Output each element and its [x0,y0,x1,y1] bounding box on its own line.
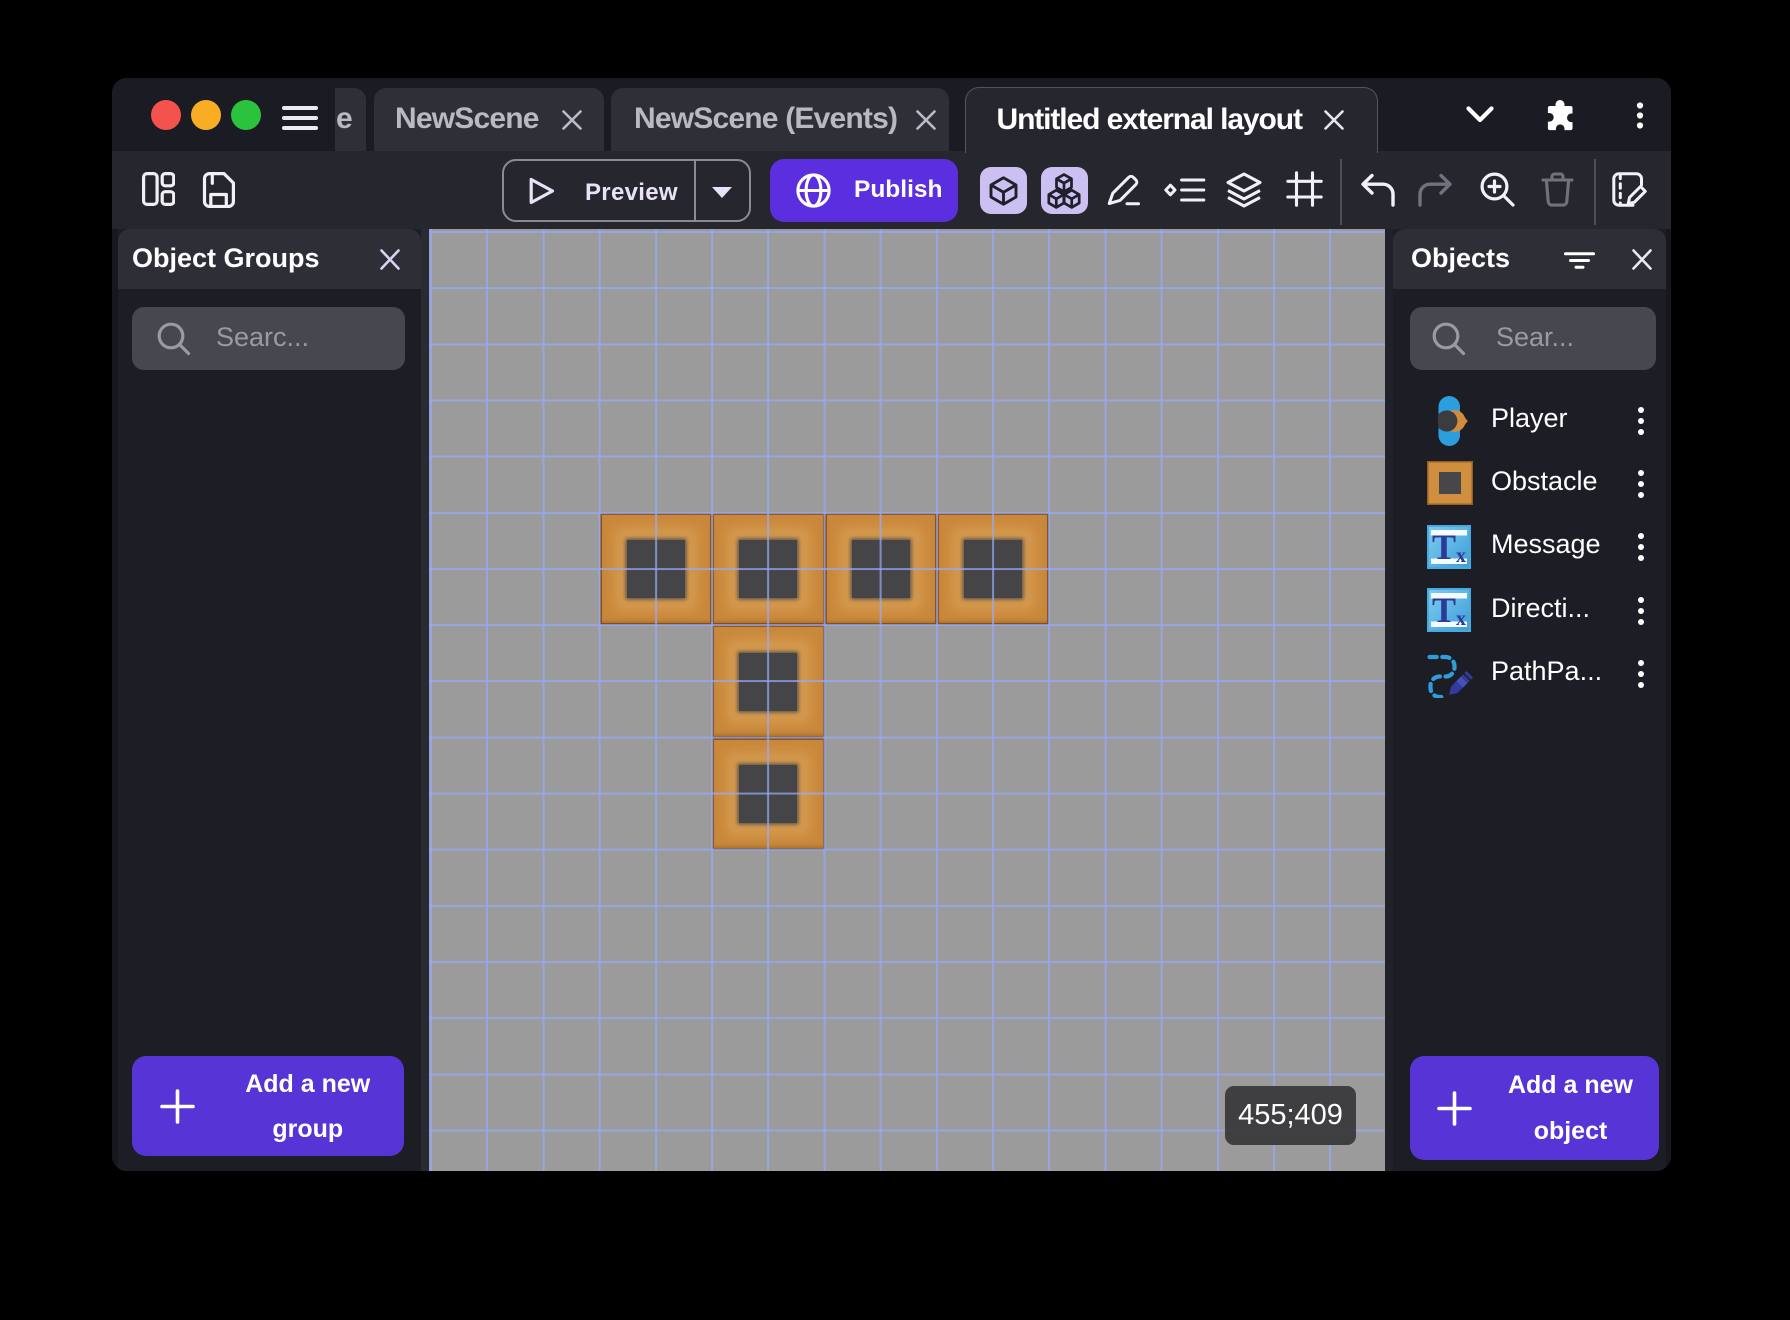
svg-text:x: x [1456,608,1466,630]
svg-text:T: T [1432,527,1456,567]
svg-text:T: T [1432,590,1456,630]
svg-text:x: x [1456,545,1466,567]
